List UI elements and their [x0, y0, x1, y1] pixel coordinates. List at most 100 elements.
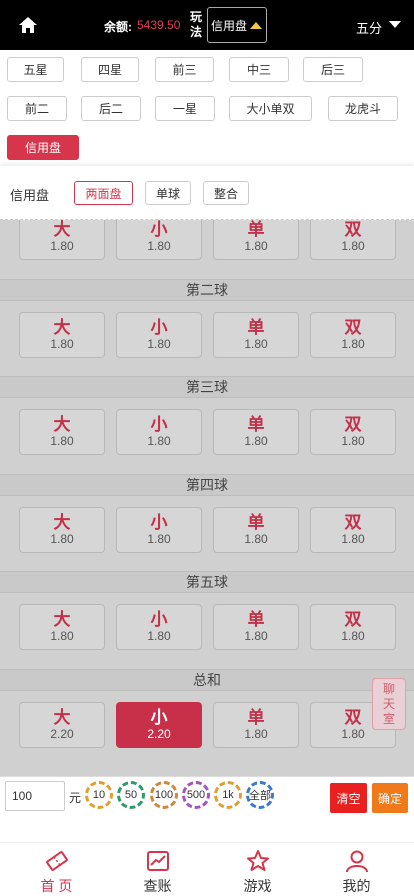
- caret-up-icon: [250, 21, 263, 29]
- play-type-credit[interactable]: 信用盘: [7, 135, 79, 160]
- option-odds: 1.80: [341, 434, 365, 448]
- play-type-front-three[interactable]: 前三: [155, 57, 214, 82]
- option-odds: 1.80: [244, 336, 268, 351]
- section-header: 第二球: [0, 278, 414, 301]
- bet-option-big[interactable]: 大 2.20: [19, 701, 105, 748]
- currency-label: 元: [69, 791, 82, 805]
- bet-option-even[interactable]: 双 1.80: [310, 506, 396, 553]
- nav-mine-label: 我的: [342, 878, 371, 894]
- chip-1[interactable]: 50: [117, 781, 145, 809]
- tab-two-sided[interactable]: 两面盘: [74, 181, 133, 205]
- option-odds: 1.80: [147, 434, 171, 448]
- ticket-icon: [45, 851, 68, 871]
- balance-value: 5439.50: [137, 18, 181, 32]
- chip-4[interactable]: 1k: [214, 781, 242, 809]
- bet-option-even[interactable]: 双 1.80: [310, 311, 396, 358]
- sub-tab-bar: 信用盘 两面盘 单球 整合: [0, 166, 414, 220]
- clear-button[interactable]: 清空: [330, 783, 367, 813]
- option-name: 双: [344, 317, 362, 337]
- option-name: 大: [53, 610, 71, 629]
- option-name: 大: [53, 220, 71, 239]
- play-type-four-star[interactable]: 四星: [81, 57, 139, 82]
- option-odds: 1.80: [147, 336, 171, 351]
- play-type-back-two[interactable]: 后二: [81, 96, 141, 121]
- bet-option-even[interactable]: 双 1.80: [310, 604, 396, 650]
- play-type-front-two[interactable]: 前二: [7, 96, 67, 121]
- option-name: 双: [344, 415, 362, 434]
- option-name: 大: [53, 415, 71, 434]
- bet-bar: 元 10501005001k全部 清空 确定: [0, 776, 414, 842]
- option-name: 单: [247, 220, 265, 239]
- bet-option-small[interactable]: 小 1.80: [116, 604, 202, 650]
- nav-home[interactable]: 首 页: [5, 843, 108, 896]
- bet-option-small[interactable]: 小 1.80: [116, 220, 202, 260]
- bet-option-small[interactable]: 小 1.80: [116, 311, 202, 358]
- bet-option-even[interactable]: 双 1.80: [310, 409, 396, 455]
- option-odds: 1.80: [147, 629, 171, 643]
- tab-single-ball[interactable]: 单球: [145, 181, 191, 205]
- nav-home-label: 首 页: [40, 878, 73, 894]
- nav-account-label: 查账: [143, 878, 172, 894]
- bet-option-big[interactable]: 大 1.80: [19, 220, 105, 260]
- option-odds: 2.20: [147, 726, 171, 741]
- bet-option-odd[interactable]: 单 1.80: [213, 506, 299, 553]
- bet-option-big[interactable]: 大 1.80: [19, 506, 105, 553]
- option-odds: 1.80: [244, 434, 268, 448]
- user-icon: [345, 850, 368, 873]
- chip-3[interactable]: 500: [182, 781, 210, 809]
- play-type-middle-three[interactable]: 中三: [229, 57, 289, 82]
- nav-mine[interactable]: 我的: [305, 843, 408, 896]
- play-type-back-three[interactable]: 后三: [303, 57, 363, 82]
- option-name: 大: [53, 317, 71, 337]
- option-odds: 1.80: [147, 239, 171, 253]
- option-name: 小: [150, 707, 168, 727]
- chip-0[interactable]: 10: [85, 781, 113, 809]
- top-bar: 余额: 5439.50 玩法 信用盘 五分: [0, 0, 414, 50]
- option-name: 双: [344, 220, 362, 239]
- play-type-one-star[interactable]: 一星: [155, 96, 215, 121]
- bottom-nav: 首 页 查账 游戏 我的: [0, 842, 414, 896]
- tab-combined[interactable]: 整合: [203, 181, 249, 205]
- section-header: 第四球: [0, 473, 414, 496]
- bet-option-odd[interactable]: 单 1.80: [213, 311, 299, 358]
- option-odds: 1.80: [50, 239, 74, 253]
- section-header: 第三球: [0, 376, 414, 398]
- bet-option-small[interactable]: 小 2.20: [116, 701, 202, 748]
- option-odds: 1.80: [244, 629, 268, 643]
- sub-title: 信用盘: [10, 188, 50, 203]
- bet-option-small[interactable]: 小 1.80: [116, 506, 202, 553]
- bet-option-big[interactable]: 大 1.80: [19, 409, 105, 455]
- chip-2[interactable]: 100: [150, 781, 178, 809]
- time-unit-selector[interactable]: 五分: [356, 18, 382, 37]
- balance-label: 余额:: [104, 20, 132, 34]
- bet-option-big[interactable]: 大 1.80: [19, 311, 105, 358]
- option-name: 单: [247, 707, 265, 727]
- bet-option-even[interactable]: 双 1.80: [310, 220, 396, 260]
- bet-amount-input[interactable]: [5, 781, 65, 811]
- confirm-button[interactable]: 确定: [372, 783, 408, 813]
- bet-grid-overlay: 大 1.80 小 1.80 单 1.80 双 1.80 第二球大 1.80 小 1.80 单 1.80 双 1…: [0, 220, 414, 776]
- bet-option-odd[interactable]: 单 1.80: [213, 409, 299, 455]
- option-odds: 1.80: [244, 531, 268, 546]
- star-icon: [246, 850, 269, 871]
- option-name: 大: [53, 512, 71, 532]
- bet-option-big[interactable]: 大 1.80: [19, 604, 105, 650]
- bet-option-small[interactable]: 小 1.80: [116, 409, 202, 455]
- play-type-big-small-odd-even[interactable]: 大小单双: [229, 96, 312, 121]
- chat-room-button[interactable]: 聊天室: [372, 678, 406, 730]
- option-name: 双: [344, 610, 362, 629]
- bet-option-odd[interactable]: 单 1.80: [213, 604, 299, 650]
- bet-option-odd[interactable]: 单 1.80: [213, 220, 299, 260]
- chip-5[interactable]: 全部: [246, 781, 274, 809]
- nav-account[interactable]: 查账: [106, 843, 209, 896]
- play-selector-value: 信用盘: [211, 18, 248, 33]
- play-type-five-star[interactable]: 五星: [7, 57, 64, 82]
- chat-room-label: 聊天室: [382, 682, 395, 726]
- play-type-dragon-tiger[interactable]: 龙虎斗: [328, 96, 398, 121]
- bet-option-odd[interactable]: 单 1.80: [213, 701, 299, 748]
- nav-games[interactable]: 游戏: [206, 843, 309, 896]
- home-icon[interactable]: [18, 15, 38, 35]
- option-odds: 1.80: [50, 336, 74, 351]
- caret-down-icon[interactable]: [389, 21, 401, 28]
- play-selector-button[interactable]: 信用盘: [207, 7, 267, 43]
